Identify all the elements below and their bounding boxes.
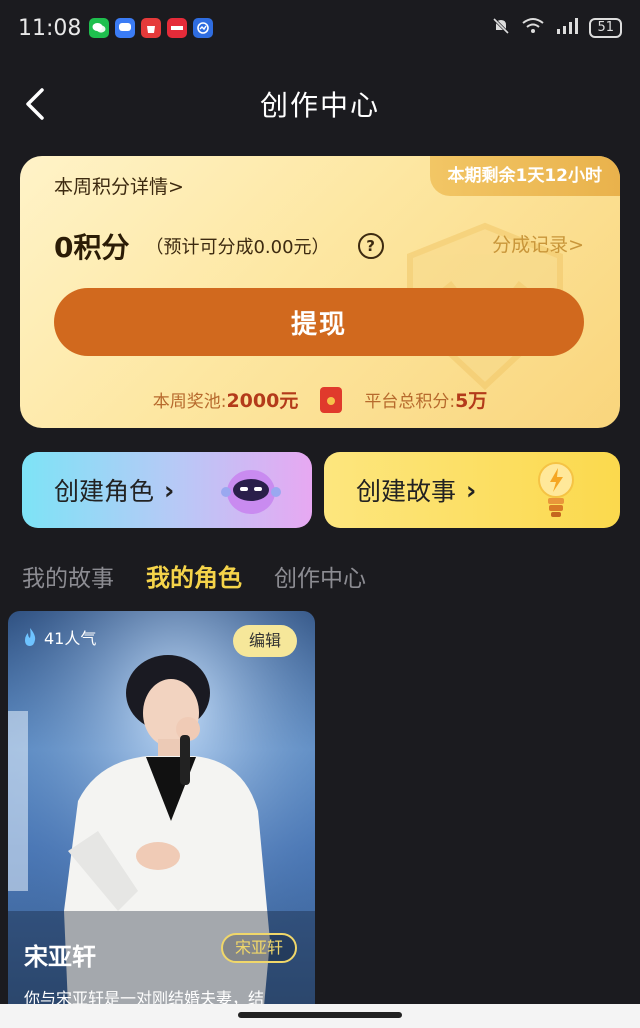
pool-label: 本周奖池: — [152, 392, 227, 412]
flame-icon — [25, 628, 36, 646]
create-role-button[interactable]: 创建角色 › — [22, 452, 312, 528]
create-role-label: 创建角色 — [54, 477, 155, 506]
week-points-detail-link[interactable]: 本周积分详情> — [54, 172, 184, 199]
page-title: 创作中心 — [259, 89, 380, 122]
chevron-right-icon: › — [164, 475, 175, 505]
robot-icon — [221, 470, 281, 514]
monitor-icon — [193, 18, 214, 38]
popularity-count: 41人气 — [44, 629, 97, 648]
status-indicators: 51 — [491, 16, 622, 40]
wechat-icon — [89, 18, 110, 38]
period-remaining-badge: 本期剩余1天12小时 — [429, 156, 620, 196]
share-records-link[interactable]: 分成记录> — [492, 230, 584, 257]
chevron-right-icon: › — [466, 475, 477, 505]
home-indicator[interactable] — [238, 1012, 402, 1018]
total-points-label: 平台总积分: — [364, 392, 456, 412]
pool-info: 本周奖池: 2000元 平台总积分: 5万 — [20, 386, 620, 413]
red-packet-icon — [320, 386, 343, 413]
tab-bar: 我的故事 我的角色 创作中心 — [22, 558, 366, 593]
appgallery-icon — [141, 18, 162, 38]
points-value: 0积分 — [54, 231, 130, 264]
role-tag: 宋亚轩 — [220, 933, 297, 963]
nav-bar: 创作中心 — [0, 76, 640, 132]
withdraw-button[interactable]: 提现 — [54, 288, 584, 356]
points-card: 本期剩余1天12小时 本周积分详情> 0积分 （预计可分成0.00元） ? 分成… — [20, 156, 620, 428]
mute-icon — [491, 16, 511, 40]
status-time: 11:08 — [18, 15, 82, 41]
tab-my-roles[interactable]: 我的角色 — [146, 558, 242, 593]
tab-creation-center[interactable]: 创作中心 — [274, 559, 366, 593]
create-story-label: 创建故事 — [356, 477, 457, 506]
back-button[interactable] — [22, 86, 50, 122]
wifi-icon — [521, 17, 545, 39]
help-icon[interactable]: ? — [357, 233, 384, 259]
popularity: 41人气 — [22, 625, 96, 649]
role-card[interactable]: 41人气 编辑 宋亚轩 宋亚轩 你与宋亚轩是一对刚结婚夫妻，结 — [8, 611, 315, 1006]
status-bar: 11:08 51 — [0, 0, 640, 56]
chevron-left-icon — [26, 88, 44, 120]
lightbulb-icon — [538, 462, 574, 517]
points-estimate: （预计可分成0.00元） — [145, 237, 330, 258]
create-story-button[interactable]: 创建故事 › — [324, 452, 620, 528]
total-points-value: 5万 — [455, 390, 488, 412]
signal-icon — [555, 17, 579, 39]
points-row: 0积分 （预计可分成0.00元） ? — [54, 226, 384, 266]
shop-icon — [167, 18, 188, 38]
role-description: 你与宋亚轩是一对刚结婚夫妻，结 — [24, 989, 265, 1006]
edit-button[interactable]: 编辑 — [232, 625, 297, 657]
pool-value: 2000元 — [226, 390, 299, 412]
tab-my-stories[interactable]: 我的故事 — [22, 559, 114, 593]
message-icon — [115, 18, 136, 38]
role-name: 宋亚轩 — [24, 943, 96, 971]
battery-indicator: 51 — [589, 18, 622, 38]
